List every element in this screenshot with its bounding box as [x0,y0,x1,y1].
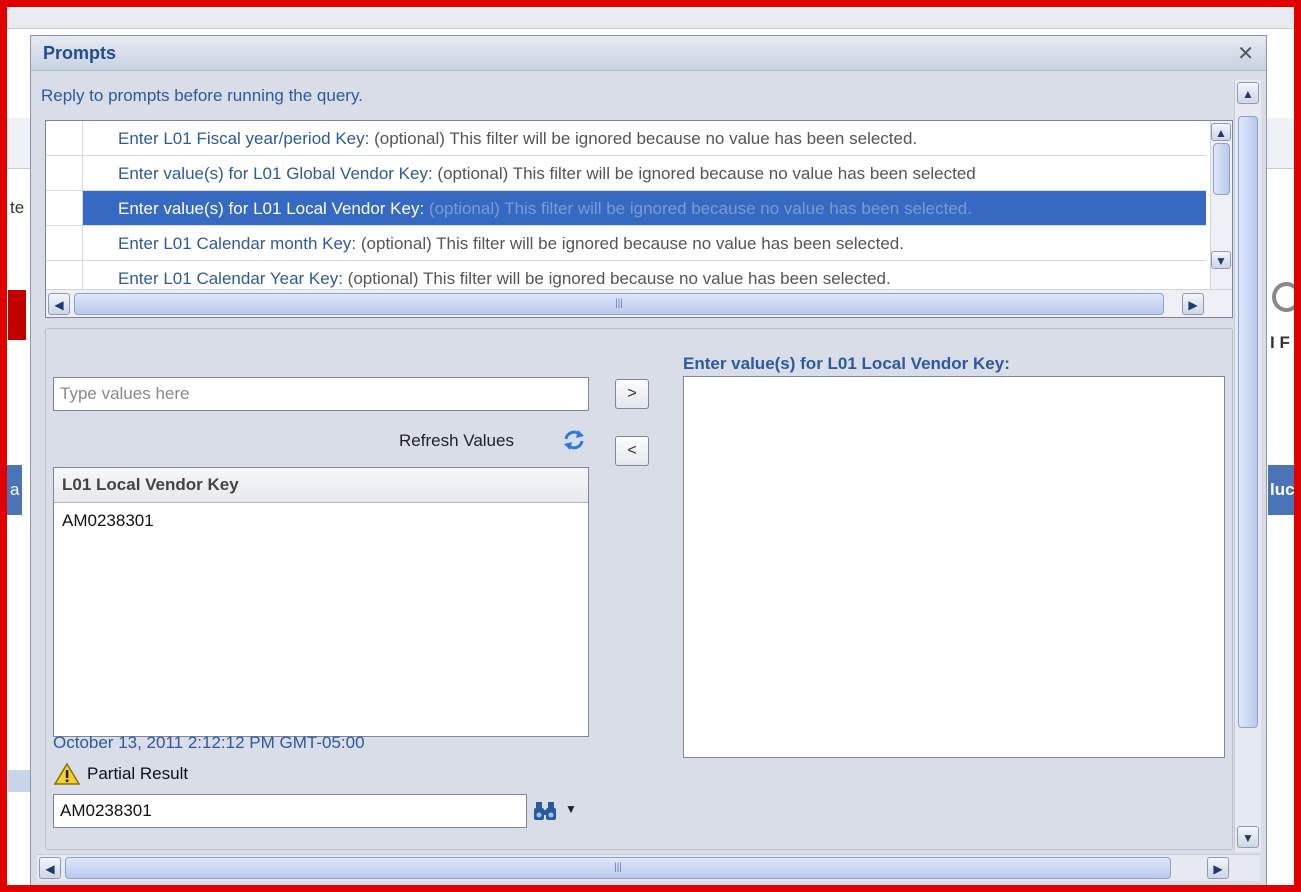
scroll-up-icon[interactable]: ▲ [1237,82,1259,104]
scroll-down-icon[interactable]: ▼ [1211,251,1231,269]
prompt-label: Enter L01 Fiscal year/period Key: [118,129,370,148]
prompt-status: (optional) This filter will be ignored b… [424,199,972,218]
prompt-row-gutter [46,226,83,260]
bg-logo-fragment [8,290,26,340]
prompt-row-calendar-month[interactable]: Enter L01 Calendar month Key: (optional)… [46,226,1206,261]
bg-left-fragment [8,770,30,792]
prompt-status: (optional) This filter will be ignored b… [342,269,891,288]
prompt-row-fiscal-period[interactable]: Enter L01 Fiscal year/period Key: (optio… [46,121,1206,156]
bg-text-luc: luc [1270,480,1295,499]
scroll-thumb[interactable] [1238,116,1258,728]
warning-icon [53,762,81,785]
prompt-row-text: Enter L01 Fiscal year/period Key: (optio… [118,129,917,149]
bg-top-bar [0,0,1301,29]
scroll-up-icon[interactable]: ▲ [1211,123,1231,141]
dialog-title: Prompts [43,43,117,63]
prompts-dialog: Prompts ✕ Reply to prompts before runnin… [30,35,1267,887]
partial-result-label: Partial Result [87,764,189,783]
prompt-list-vertical-scrollbar[interactable]: ▲ ▼ [1210,121,1232,291]
dropdown-arrow-icon[interactable]: ▼ [565,802,577,816]
prompt-row-text: Enter L01 Calendar Year Key: (optional) … [118,269,891,289]
bg-text-te: te [10,198,25,217]
values-column-header[interactable]: L01 Local Vendor Key [54,468,588,503]
prompt-list: Enter L01 Fiscal year/period Key: (optio… [45,120,1233,318]
prompt-status: (optional) This filter will be ignored b… [356,234,904,253]
prompt-row-text: Enter value(s) for L01 Local Vendor Key:… [118,199,972,219]
refresh-timestamp: October 13, 2011 2:12:12 PM GMT-05:00 [53,733,365,752]
prompt-row-gutter [46,121,83,155]
prompt-row-global-vendor[interactable]: Enter value(s) for L01 Global Vendor Key… [46,156,1206,191]
list-item[interactable]: AM0238301 [54,503,588,539]
bg-text-if: I F [1270,333,1290,352]
prompt-status: (optional) This filter will be ignored b… [369,129,918,148]
prompt-label: Enter L01 Calendar month Key: [118,234,357,253]
refresh-icon[interactable] [561,427,587,453]
scroll-thumb[interactable]: ||| [65,857,1171,879]
prompt-label: Enter L01 Calendar Year Key: [118,269,343,288]
prompt-status: (optional) This filter will be ignored b… [432,164,976,183]
remove-value-button[interactable]: < [615,436,649,466]
value-search-field[interactable] [53,794,527,828]
close-icon[interactable]: ✕ [1237,41,1254,66]
prompt-row-local-vendor[interactable]: Enter value(s) for L01 Local Vendor Key:… [46,191,1206,226]
prompt-list-horizontal-scrollbar[interactable]: ◀ ||| ▶ [46,289,1232,317]
scroll-down-icon[interactable]: ▼ [1237,826,1259,848]
selected-values-list[interactable] [683,376,1225,758]
dialog-instructions: Reply to prompts before running the quer… [41,86,363,105]
scroll-left-icon[interactable]: ◀ [39,857,61,879]
prompt-label: Enter value(s) for L01 Local Vendor Key: [118,199,425,218]
scroll-thumb[interactable] [1213,143,1230,195]
search-input[interactable] [53,377,589,411]
dialog-titlebar: Prompts ✕ [31,36,1266,71]
prompt-label: Enter value(s) for L01 Global Vendor Key… [118,164,433,183]
refresh-values-link[interactable]: Refresh Values [399,431,514,451]
scroll-thumb[interactable]: ||| [74,293,1164,315]
dialog-horizontal-scrollbar[interactable]: ◀ ||| ▶ [37,854,1260,881]
prompt-row-gutter [46,156,83,190]
prompt-row-text: Enter value(s) for L01 Global Vendor Key… [118,164,976,184]
prompt-row-text: Enter L01 Calendar month Key: (optional)… [118,234,904,254]
binoculars-icon[interactable] [533,800,559,822]
bg-logo-ring [1272,282,1301,312]
dialog-vertical-scrollbar[interactable]: ▲ ▼ [1234,80,1261,852]
bg-text-a: a [10,480,20,499]
scroll-right-icon[interactable]: ▶ [1182,293,1204,315]
add-value-button[interactable]: > [615,379,649,409]
scroll-left-icon[interactable]: ◀ [48,293,70,315]
prompt-row-gutter [46,191,83,225]
selected-values-label: Enter value(s) for L01 Local Vendor Key: [683,354,1010,373]
values-list: L01 Local Vendor Key AM0238301 [53,467,589,737]
scroll-right-icon[interactable]: ▶ [1207,857,1229,879]
